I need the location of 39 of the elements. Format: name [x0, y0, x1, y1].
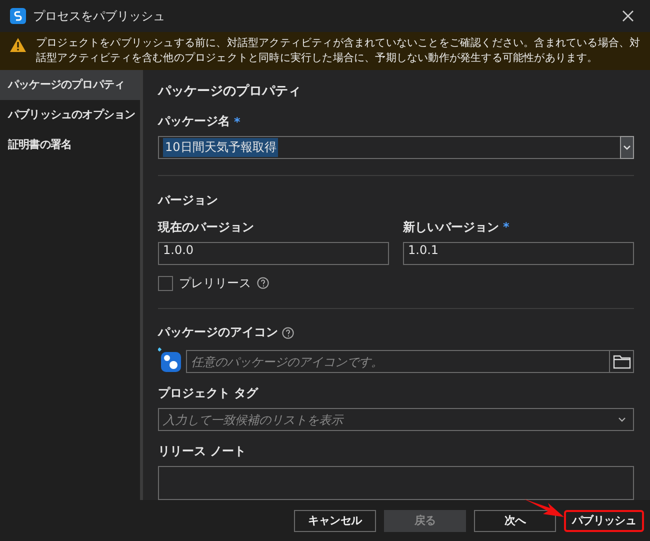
- field-label: リリース ノート: [158, 443, 246, 460]
- field-label: パッケージのアイコン: [158, 324, 278, 342]
- field-label: 現在のバージョン: [158, 218, 254, 236]
- dialog-button[interactable]: 次へ: [474, 510, 556, 532]
- new-version-field[interactable]: 1.0.1: [403, 242, 634, 265]
- required-mark: *: [234, 114, 240, 128]
- required-mark: *: [503, 220, 510, 234]
- field-label: プロジェクト タグ: [158, 385, 258, 402]
- checkbox-label: プレリリース: [179, 274, 251, 292]
- dialog-button[interactable]: パブリッシュ: [564, 510, 644, 532]
- help-icon[interactable]: [257, 277, 269, 290]
- warning-icon: [10, 38, 26, 52]
- section-title: パッケージのプロパティ: [158, 82, 302, 100]
- prerelease-checkbox[interactable]: [158, 276, 173, 291]
- dropdown-button[interactable]: [620, 136, 634, 159]
- chevron-icon: [618, 417, 626, 422]
- package-name-dropdown[interactable]: 10日間天気予報取得: [158, 136, 634, 159]
- chevron-icon: [623, 145, 631, 150]
- window-title: プロセスをパブリッシュ: [33, 8, 166, 24]
- dialog-button[interactable]: キャンセル: [294, 510, 376, 532]
- current-version-field[interactable]: 1.0.0: [158, 242, 389, 265]
- section-heading: バージョン: [158, 192, 219, 209]
- package-name-value: 10日間天気予報取得: [163, 138, 278, 157]
- annotation-arrow: [524, 498, 564, 518]
- field-label: パッケージ名: [158, 113, 230, 130]
- warning-text: プロジェクトをパブリッシュする前に、対話型アクティビティが含まれていないことをご確認ください。含まれている場合、対話型アクティビティを含む他のプロジェクトと同時に実行した場合に、予期しない動作が発生する可能性があります。: [36, 36, 642, 66]
- folder-icon: [612, 354, 630, 369]
- sidebar-item[interactable]: パッケージのプロパティ: [0, 70, 140, 100]
- app-icon: [10, 8, 26, 24]
- sidebar-item[interactable]: パブリッシュのオプション: [0, 100, 140, 130]
- browse-button[interactable]: [610, 350, 634, 374]
- package-icon: [158, 347, 182, 374]
- project-tags-field[interactable]: 入力して一致候補のリストを表示: [158, 408, 634, 432]
- close-icon[interactable]: [622, 10, 634, 22]
- field-label: 新しいバージョン: [403, 218, 499, 236]
- release-notes-field[interactable]: [158, 466, 634, 500]
- sidebar-item[interactable]: 証明書の署名: [0, 130, 140, 160]
- help-icon[interactable]: [282, 326, 294, 339]
- package-icon-field[interactable]: 任意のパッケージのアイコンです。: [186, 350, 610, 374]
